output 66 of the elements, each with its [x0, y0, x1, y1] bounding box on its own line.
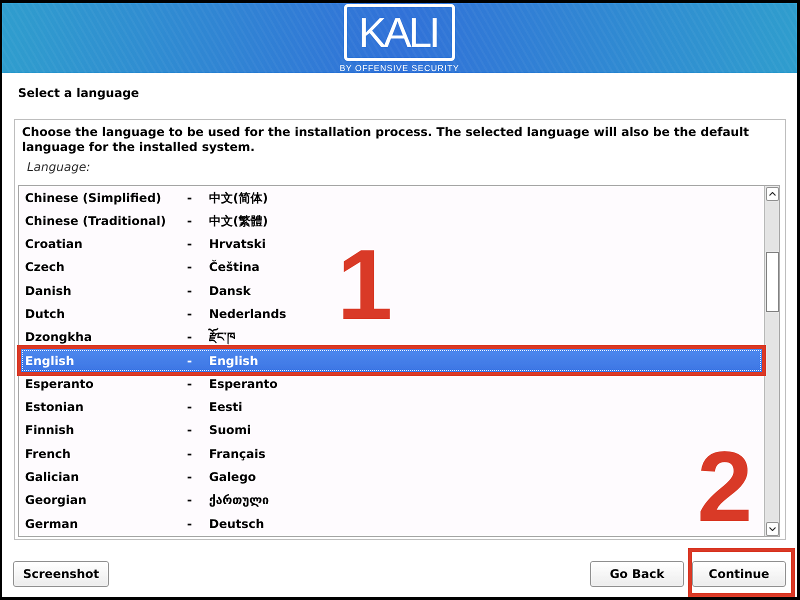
language-name: Dzongkha — [25, 330, 93, 344]
language-name: Chinese (Traditional) — [25, 214, 168, 228]
dash-separator: - — [187, 376, 193, 391]
step-number: 2 — [697, 451, 753, 523]
dialog-button[interactable]: Continue — [692, 561, 786, 587]
language-name: Estonian — [25, 400, 85, 414]
language-name: Georgian — [25, 493, 88, 508]
description-text: Choose the language to be used for the installation process. The selected language will also be the default language for the installed system. — [21, 125, 750, 155]
dash-separator: - — [187, 354, 193, 368]
dialog-button[interactable]: Go Back — [590, 561, 684, 587]
dash-separator: - — [187, 516, 193, 531]
dash-separator: - — [187, 214, 193, 228]
language-name: Croatian — [25, 237, 84, 252]
language-option[interactable]: Dzongkha - རྫོང་ཁ — [21, 326, 762, 349]
step-number: 1 — [337, 249, 393, 321]
language-name: Finnish — [25, 423, 76, 438]
native-language-name: 中文(繁體) — [209, 214, 268, 228]
language-name: Czech — [25, 260, 66, 274]
language-name: French — [25, 446, 72, 461]
native-language-name: Nederlands — [209, 307, 286, 322]
language-name: Chinese (Simplified) — [25, 190, 162, 205]
native-language-name: Esperanto — [209, 376, 278, 391]
language-name: German — [25, 516, 80, 531]
dash-separator: - — [187, 493, 193, 508]
language-option[interactable]: Chinese (Traditional) - 中文(繁體) — [21, 209, 762, 233]
chevron-down-icon — [768, 527, 776, 531]
native-language-name: Galego — [209, 470, 256, 484]
scrollbar-thumb[interactable] — [766, 252, 778, 312]
scroll-up-button[interactable] — [766, 187, 778, 201]
dash-separator: - — [187, 400, 193, 414]
dash-separator: - — [187, 423, 193, 438]
language-option[interactable]: Esperanto - Esperanto — [21, 372, 762, 396]
dialog-button[interactable]: Screenshot — [13, 561, 110, 587]
dash-separator: - — [187, 330, 193, 344]
dash-separator: - — [187, 307, 193, 322]
native-language-name: Dansk — [209, 284, 251, 298]
dash-separator: - — [187, 190, 193, 205]
list-label: Language: — [27, 160, 90, 175]
page-title: Select a language — [18, 86, 140, 101]
native-language-name: Eesti — [209, 400, 242, 414]
language-name: English — [25, 354, 76, 368]
native-language-name: Čeština — [209, 260, 260, 274]
language-option[interactable]: Finnish - Suomi — [21, 418, 762, 442]
chevron-up-icon — [768, 192, 776, 196]
native-language-name: རྫོང་ཁ — [209, 330, 235, 344]
language-option[interactable]: Estonian - Eesti — [21, 396, 762, 419]
logo-text: KALI — [358, 10, 439, 54]
native-language-name: Français — [209, 446, 266, 461]
logo-tagline: BY OFFENSIVE SECURITY — [340, 63, 460, 73]
language-name: Dutch — [25, 307, 66, 322]
language-name: Galician — [25, 470, 80, 484]
dash-separator: - — [187, 284, 193, 298]
dash-separator: - — [187, 260, 193, 274]
dash-separator: - — [187, 237, 193, 252]
dash-separator: - — [187, 470, 193, 484]
native-language-name: Suomi — [209, 423, 252, 438]
native-language-name: Hrvatski — [209, 237, 266, 252]
language-name: Danish — [25, 284, 72, 298]
language-option[interactable]: Chinese (Simplified) - 中文(简体) — [21, 186, 762, 210]
scroll-down-button[interactable] — [766, 522, 778, 536]
native-language-name: 中文(简体) — [209, 190, 268, 205]
dash-separator: - — [187, 446, 193, 461]
language-name: Esperanto — [25, 376, 95, 391]
native-language-name: English — [209, 354, 258, 368]
native-language-name: ქართული — [209, 493, 269, 508]
native-language-name: Deutsch — [209, 516, 264, 531]
